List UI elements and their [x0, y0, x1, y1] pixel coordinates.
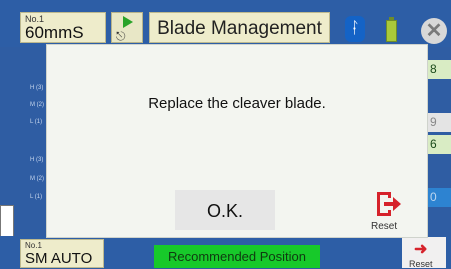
right-value-cell: 9: [428, 113, 451, 132]
dialog-message: Replace the cleaver blade.: [148, 95, 326, 112]
reset-button-bottom[interactable]: ➜ Reset: [402, 237, 446, 269]
mode-number: No.1: [25, 241, 42, 250]
reset-label: Reset: [371, 221, 398, 232]
battery-icon: [386, 20, 397, 42]
reset-button[interactable]: Reset: [369, 189, 409, 235]
exit-icon: [377, 192, 401, 216]
sm-mode-indicator[interactable]: No.1 SM AUTO: [20, 239, 104, 268]
level-label: L (1): [30, 119, 43, 125]
ok-button[interactable]: O.K.: [175, 190, 275, 230]
level-label: M (2): [30, 176, 44, 182]
close-icon[interactable]: ✕: [421, 18, 447, 44]
level-label: H (3): [30, 157, 44, 163]
right-value-cell: 8: [428, 60, 451, 79]
level-label: H (3): [30, 85, 44, 91]
plug-icon: ⎋: [116, 29, 126, 43]
page-title: Blade Management: [149, 12, 330, 43]
right-value-cell: 6: [428, 135, 451, 154]
right-value-cell: 0: [428, 188, 451, 207]
level-label: M (2): [30, 102, 44, 108]
bluetooth-icon[interactable]: ᛛ: [345, 16, 365, 42]
recommended-position-status: Recommended Position: [154, 245, 320, 268]
side-panel-edge: [0, 205, 14, 238]
mode-value: SM AUTO: [25, 250, 93, 267]
exit-icon: ➜: [414, 241, 428, 258]
splice-mode-indicator[interactable]: No.1 60mmS: [20, 12, 106, 43]
level-label: L (1): [30, 194, 43, 200]
play-button[interactable]: ⎋: [111, 12, 143, 43]
blade-dialog: Replace the cleaver blade. O.K. Reset: [46, 44, 428, 238]
play-icon: [123, 16, 133, 28]
mode-value: 60mmS: [25, 23, 84, 42]
